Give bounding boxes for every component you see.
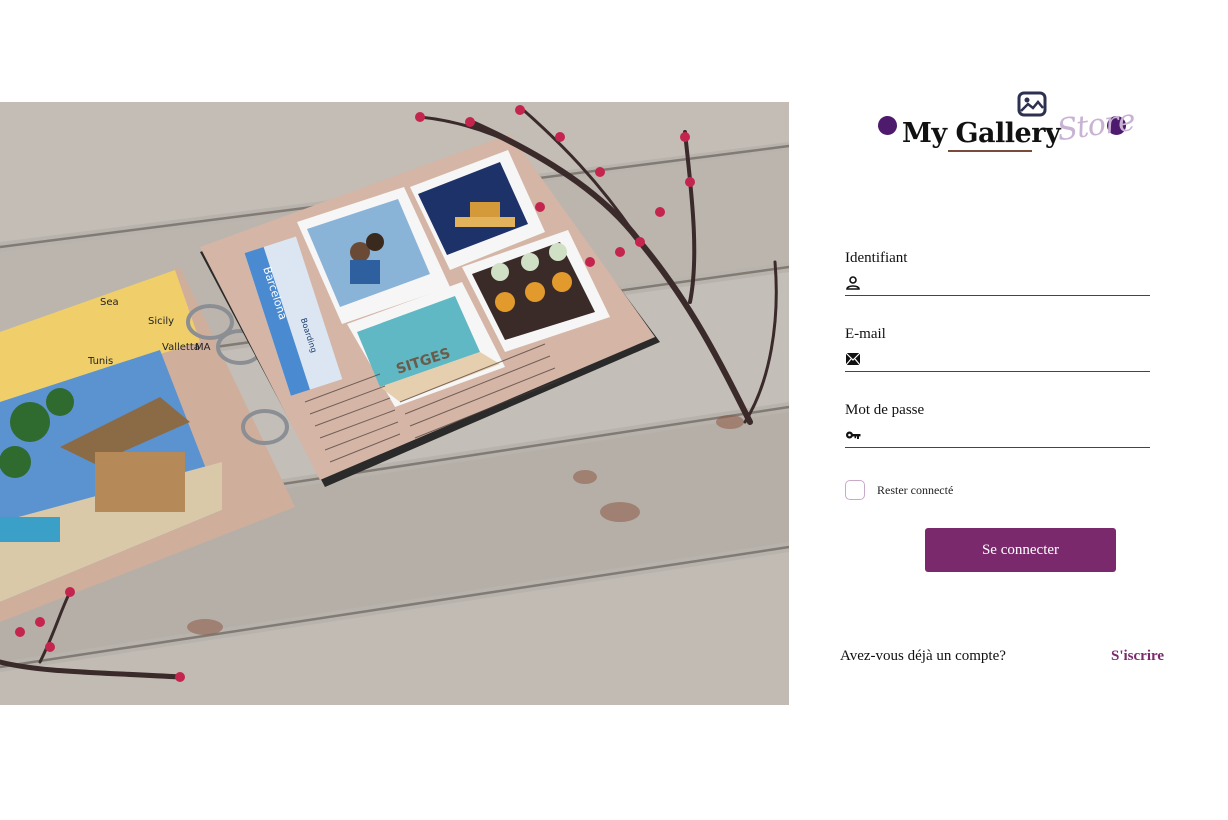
key-icon <box>846 431 861 439</box>
password-input[interactable] <box>867 425 1151 447</box>
map-label-ma: MA <box>195 342 211 353</box>
username-group: Identifiant <box>845 250 1151 296</box>
map-label-sea: Sea <box>100 297 119 308</box>
remember-label: Rester connecté <box>877 482 954 497</box>
hero-photo: Sea Sicily Tunis Valletta MA Barcelona B… <box>0 102 789 705</box>
brand-logo: My Gallery Store <box>872 88 1137 168</box>
brand-underline <box>948 150 1032 152</box>
user-icon <box>846 276 860 290</box>
remember-checkbox[interactable] <box>845 480 865 500</box>
username-label: Identifiant <box>845 250 908 266</box>
email-input[interactable] <box>867 349 1151 371</box>
email-group: E-mail <box>845 326 1151 372</box>
login-button[interactable]: Se connecter <box>925 528 1116 572</box>
brand-name: My Gallery <box>902 118 1061 149</box>
map-label-sicily: Sicily <box>148 316 174 327</box>
email-label: E-mail <box>845 326 886 342</box>
envelope-icon <box>845 352 861 366</box>
username-row <box>845 273 1151 296</box>
remember-me[interactable]: Rester connecté <box>845 480 953 500</box>
signup-link[interactable]: S'iscrire <box>1111 648 1164 665</box>
signup-question: Avez-vous déjà un compte? <box>840 648 1006 664</box>
image-icon <box>1017 91 1047 117</box>
brand-script: Store <box>1054 102 1137 149</box>
scrapbook-illustration: Sea Sicily Tunis Valletta MA Barcelona B… <box>0 102 789 705</box>
logo-dot-left <box>878 116 897 135</box>
password-group: Mot de passe <box>845 402 1151 448</box>
email-row <box>845 349 1151 372</box>
password-row <box>845 425 1151 448</box>
map-label-tunis: Tunis <box>87 356 113 367</box>
username-input[interactable] <box>867 273 1151 295</box>
password-label: Mot de passe <box>845 402 925 418</box>
